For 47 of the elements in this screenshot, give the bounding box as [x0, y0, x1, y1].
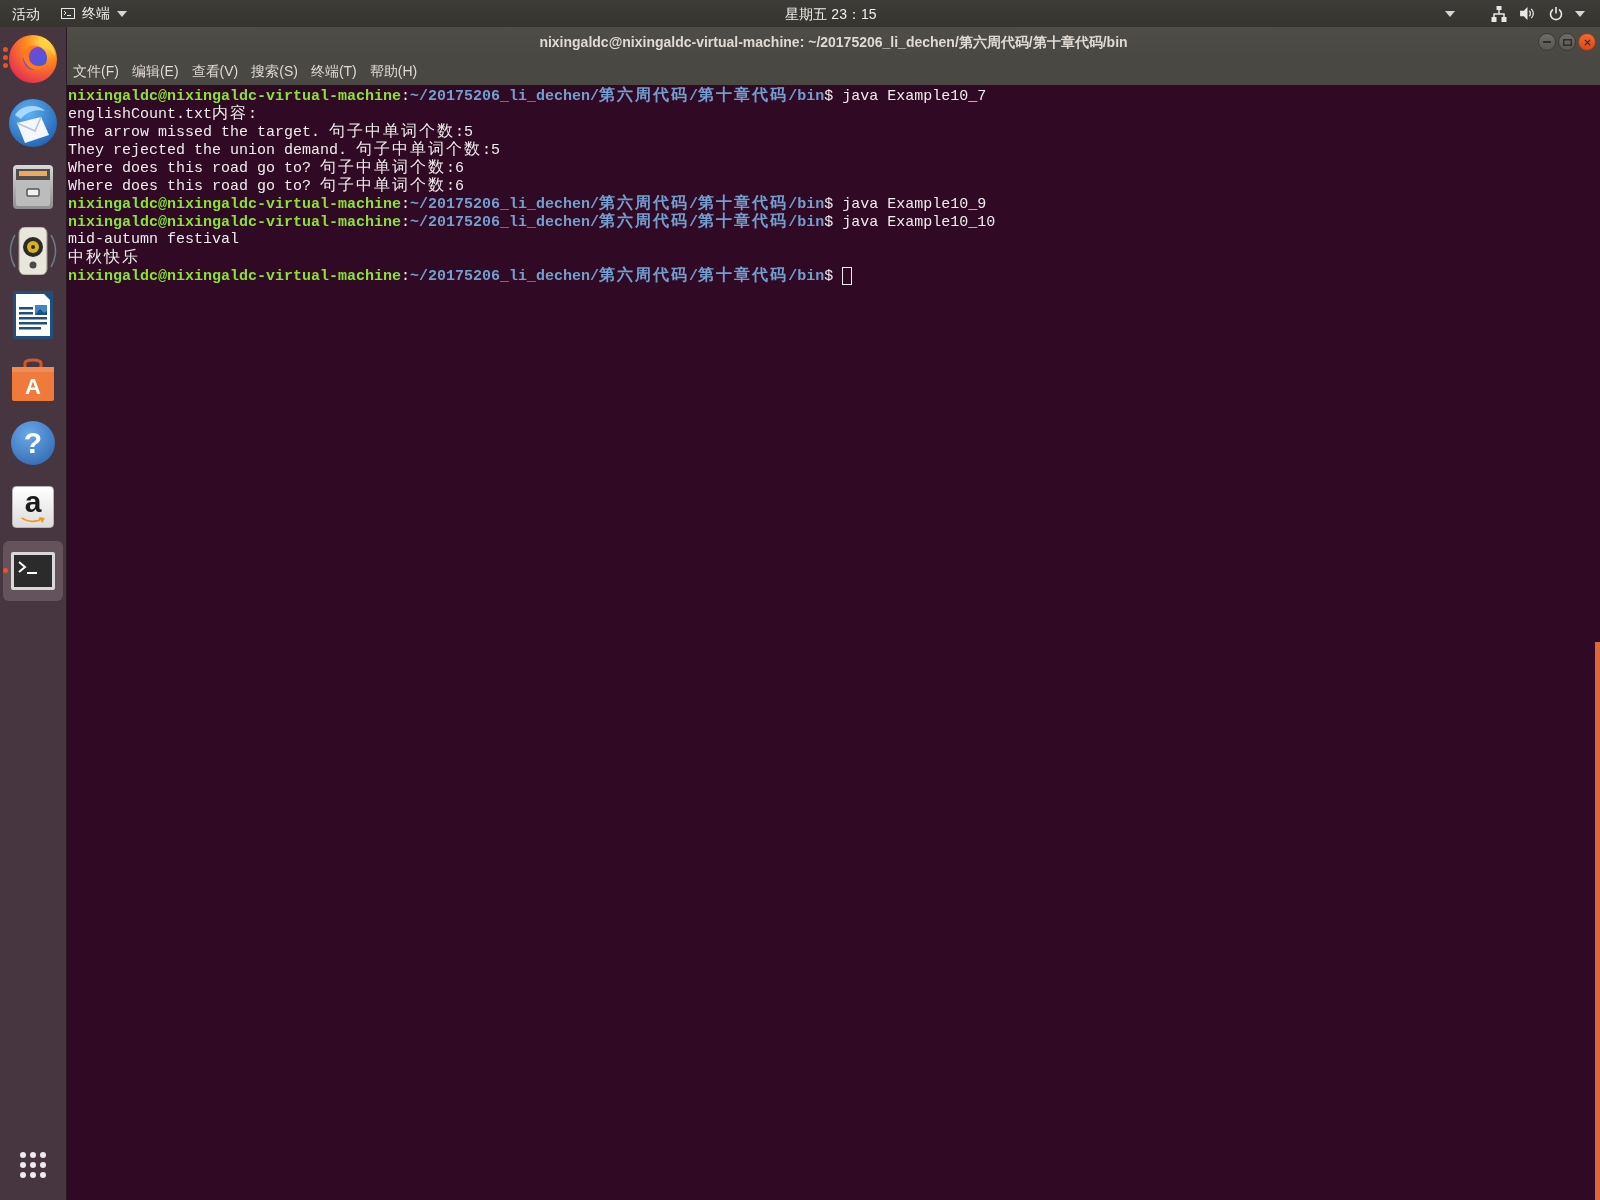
output-line: Where does this road go to? 句子中单词个数:6	[68, 177, 465, 195]
app-launcher[interactable]	[3, 541, 63, 601]
envelope-icon	[9, 99, 57, 147]
prompt-line: nixingaldc@nixingaldc-virtual-machine:~/20175206_li_dechen/第六周代码/第十章代码/bin$ java Example10_9	[68, 194, 987, 213]
minimize-button[interactable]	[1538, 33, 1556, 51]
output-line: 中秋快乐	[68, 249, 140, 267]
caret-icon[interactable]	[1445, 10, 1455, 17]
output-line: The arrow missed the target. 句子中单词个数:5	[68, 123, 474, 141]
prompt-line: nixingaldc@nixingaldc-virtual-machine:~/20175206_li_dechen/第六周代码/第十章代码/bin$ java Example10_10	[68, 212, 996, 232]
help-icon: ?	[11, 421, 55, 465]
network-icon[interactable]	[1491, 5, 1507, 22]
file-cabinet-icon	[13, 165, 53, 209]
menu-item[interactable]: 搜索(S)	[245, 61, 304, 81]
prompt-line: nixingaldc@nixingaldc-virtual-machine:~/20175206_li_dechen/第六周代码/第十章代码/bin$ java Example10_7	[68, 86, 987, 105]
app-menu-button[interactable]: 终端	[61, 3, 127, 24]
app-grid-icon	[18, 1150, 48, 1180]
close-button[interactable]	[1578, 33, 1596, 51]
show-apps-button[interactable]	[18, 1150, 48, 1180]
volume-icon[interactable]	[1520, 7, 1535, 20]
output-line: Where does this road go to? 句子中单词个数:6	[68, 159, 465, 177]
menu-item[interactable]: 终端(T)	[304, 61, 363, 81]
terminal-icon	[11, 552, 55, 590]
globe-icon	[9, 35, 57, 83]
clock[interactable]: 星期五 23：15	[785, 3, 877, 24]
maximize-button[interactable]	[1558, 33, 1576, 51]
output-line: mid-autumn festival	[68, 231, 240, 249]
activities-button[interactable]: 活动	[12, 3, 40, 24]
menu-item[interactable]: 帮助(H)	[363, 61, 424, 81]
prompt-line: nixingaldc@nixingaldc-virtual-machine:~/20175206_li_dechen/第六周代码/第十章代码/bin$	[68, 266, 834, 286]
close-icon	[1583, 38, 1591, 46]
document-icon	[13, 291, 53, 339]
menu-item[interactable]: 编辑(E)	[125, 61, 185, 81]
terminal-icon	[61, 8, 75, 19]
caret-icon[interactable]	[117, 10, 127, 17]
output-line: englishCount.txt内容:	[68, 105, 258, 123]
power-icon[interactable]	[1549, 6, 1563, 21]
window-title: nixingaldc@nixingaldc-virtual-machine: ~/20175206_li_dechen/第六周代码/第十章代码/bin	[539, 32, 1128, 52]
letter-tile-icon: a	[12, 486, 54, 528]
minimize-icon	[1543, 41, 1551, 43]
menu-item[interactable]: 文件(F)	[67, 61, 125, 81]
output-line: They rejected the union demand. 句子中单词个数:5	[68, 141, 501, 159]
speaker-icon	[9, 227, 57, 275]
scrollbar-thumb[interactable]	[1595, 642, 1600, 1200]
app-launcher[interactable]: a	[3, 477, 63, 537]
caret-icon[interactable]	[1575, 10, 1585, 17]
menu-item[interactable]: 查看(V)	[185, 61, 245, 81]
maximize-icon	[1562, 38, 1572, 46]
